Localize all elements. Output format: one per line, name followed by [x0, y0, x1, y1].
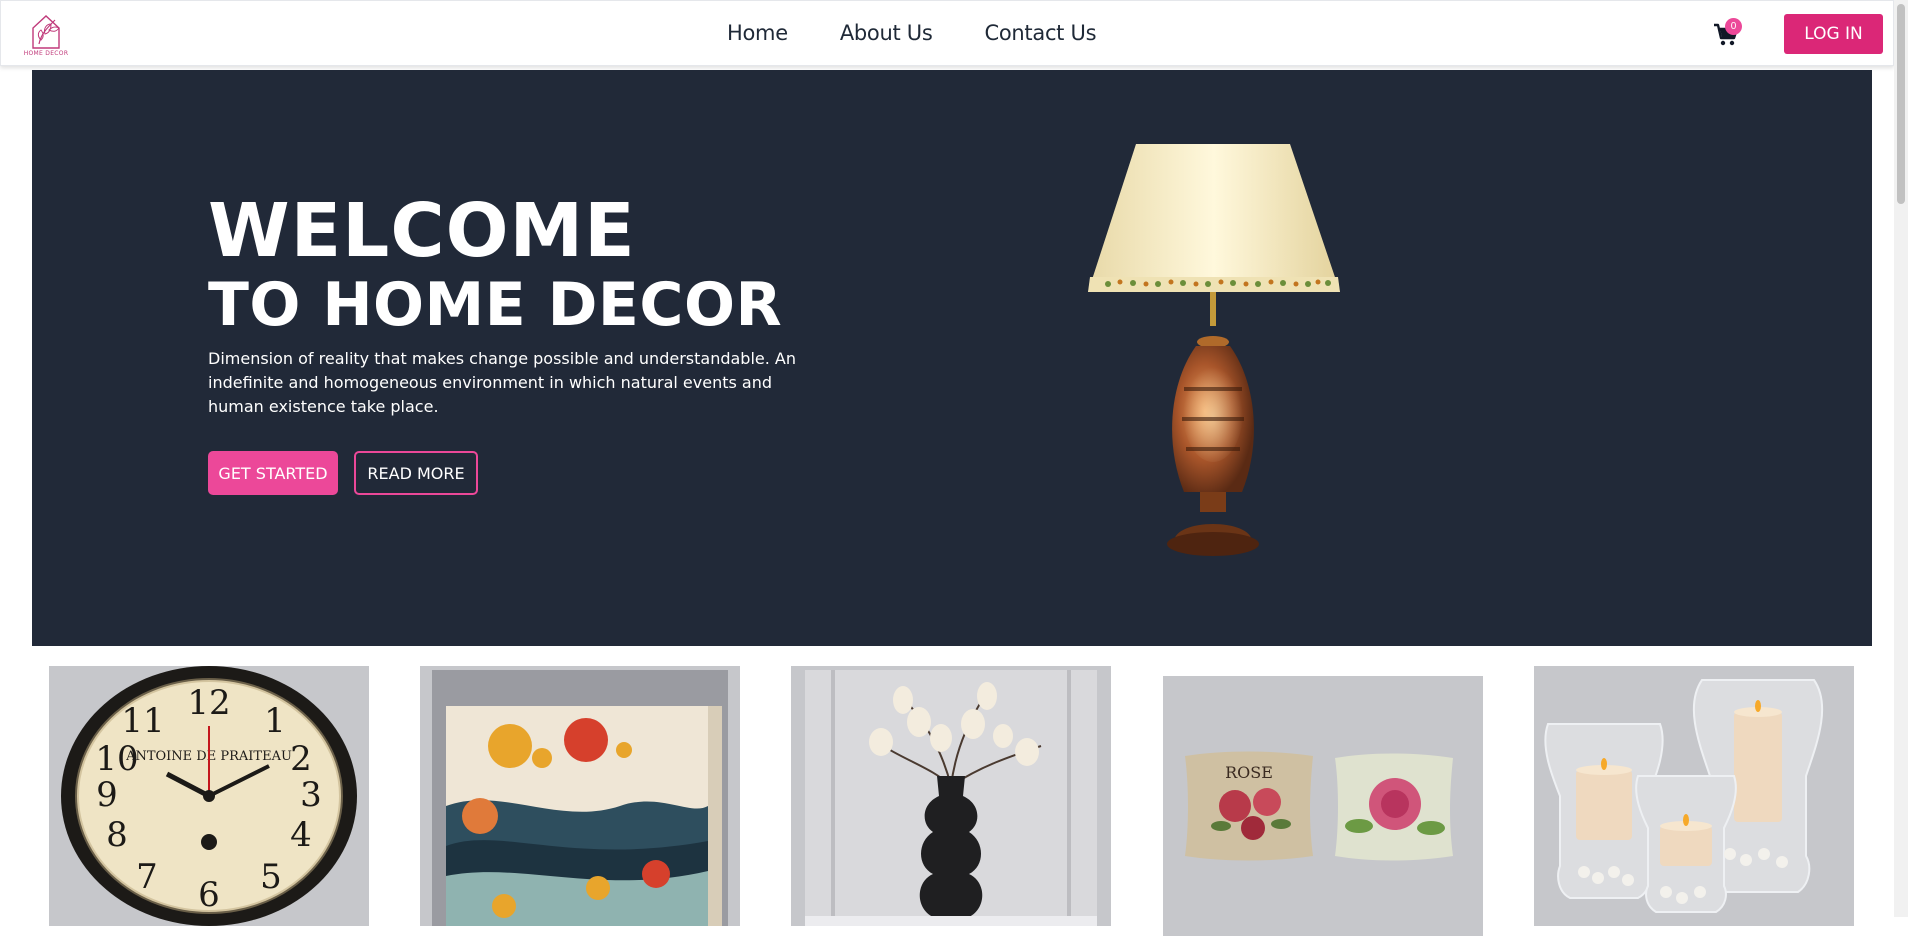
product-card-candle-holders[interactable] [1534, 666, 1854, 926]
svg-text:8: 8 [106, 815, 128, 855]
cushion-rose-text: ROSE [1225, 763, 1273, 782]
svg-text:6: 6 [198, 875, 220, 915]
product-gallery: 12 3 6 9 12 45 78 10 11 ANTOINE DE PRAITE… [0, 666, 1894, 936]
login-button[interactable]: LOG IN [1784, 14, 1883, 54]
hero-banner: WELCOME TO HOME DECOR Dimension of reali… [32, 70, 1872, 646]
home-decor-logo[interactable]: HOME DECOR [23, 10, 69, 58]
logo-text: HOME DECOR [23, 50, 69, 57]
nav-link-about-us[interactable]: About Us [840, 21, 933, 45]
hero-description: Dimension of reality that makes change p… [208, 349, 796, 416]
rose-cushions-image: ROSE [1163, 676, 1483, 936]
table-lamp-image [1088, 144, 1340, 556]
logo-leaf-icon [32, 15, 60, 49]
get-started-button[interactable]: GET STARTED [208, 451, 338, 495]
nav-link-home[interactable]: Home [727, 21, 788, 45]
wall-clock-image: 12 3 6 9 12 45 78 1011 ANTOINE DE PRAITE… [49, 666, 369, 926]
product-card-vase[interactable] [791, 666, 1111, 926]
product-card-cushions[interactable]: ROSE [1163, 676, 1483, 936]
svg-text:5: 5 [260, 857, 282, 897]
svg-text:1: 1 [264, 701, 286, 741]
nav-link-contact-us[interactable]: Contact Us [985, 21, 1097, 45]
scrollbar-thumb[interactable] [1897, 4, 1905, 204]
page-scrollbar[interactable] [1894, 0, 1908, 917]
read-more-button[interactable]: READ MORE [354, 451, 478, 495]
svg-text:7: 7 [136, 857, 158, 897]
product-card-clock[interactable]: 12 3 6 9 12 45 78 10 11 ANTOINE DE PRAITE… [49, 666, 369, 926]
top-navbar: HOME DECOR Home About Us Contact Us 0 LO… [0, 0, 1894, 66]
svg-text:2: 2 [290, 739, 312, 779]
svg-text:9: 9 [96, 775, 118, 815]
abstract-canvas-art-image [420, 666, 740, 926]
hero-title-line2: TO HOME DECOR [208, 270, 783, 340]
glass-candle-holders-image [1534, 666, 1854, 926]
cart-count-badge: 0 [1725, 18, 1742, 35]
svg-text:12: 12 [187, 683, 230, 723]
main-nav: Home About Us Contact Us [727, 21, 1097, 45]
flower-vase-image [791, 666, 1111, 926]
product-card-canvas-art[interactable] [420, 666, 740, 926]
svg-text:3: 3 [300, 775, 322, 815]
svg-text:11: 11 [121, 701, 164, 741]
svg-text:4: 4 [290, 815, 312, 855]
hero-title-line1: WELCOME [208, 188, 636, 274]
